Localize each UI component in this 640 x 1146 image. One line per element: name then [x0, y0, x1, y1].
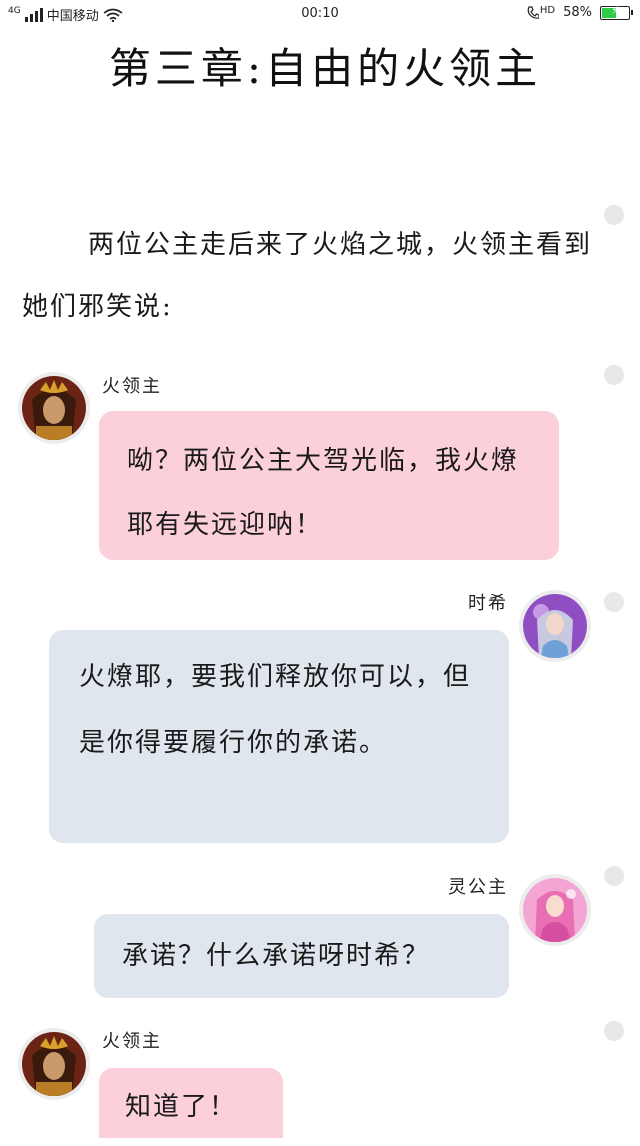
avatar-ling-gongzhu[interactable] — [519, 874, 591, 946]
side-dot[interactable] — [604, 866, 624, 886]
speaker-name: 火领主 — [102, 376, 162, 397]
message-bubble: 承诺？什么承诺呀时希？ — [94, 914, 509, 998]
status-right: HD 58% ⚡ — [527, 3, 633, 20]
avatar-image — [22, 1032, 86, 1096]
hd-label: HD — [539, 5, 556, 16]
message-text: 知道了！ — [125, 1092, 238, 1122]
battery-icon: ⚡ — [600, 3, 633, 20]
avatar-fire-lord[interactable] — [18, 372, 90, 444]
battery-percent: 58% — [563, 5, 592, 20]
avatar-image — [523, 878, 587, 942]
side-dot[interactable] — [604, 592, 624, 612]
status-bar: 4G 中国移动 00:10 HD 58% ⚡ — [0, 0, 640, 30]
avatar-fire-lord[interactable] — [18, 1028, 90, 1100]
avatar-image — [22, 376, 86, 440]
speaker-name: 火领主 — [102, 1031, 162, 1052]
message-bubble: 呦？两位公主大驾光临，我火燎耶有失远迎呐！ — [99, 411, 559, 560]
speaker-name: 灵公主 — [448, 877, 508, 898]
side-dot[interactable] — [604, 205, 624, 225]
chapter-title: 第三章:自由的火领主 — [108, 44, 542, 93]
narration-paragraph: 两位公主走后来了火焰之城，火领主看到她们邪笑说: — [22, 230, 593, 322]
phone-hd-icon: HD — [527, 5, 556, 20]
message-bubble: 知道了！ — [99, 1068, 283, 1138]
charging-bolt-icon: ⚡ — [611, 3, 619, 17]
avatar-image — [523, 594, 587, 658]
message-text: 承诺？什么承诺呀时希？ — [122, 941, 431, 971]
side-dot[interactable] — [604, 365, 624, 385]
message-text: 火燎耶，要我们释放你可以，但是你得要履行你的承诺。 — [79, 662, 472, 758]
avatar-shi-xi[interactable] — [519, 590, 591, 662]
speaker-name: 时希 — [468, 593, 508, 614]
side-dot[interactable] — [604, 1021, 624, 1041]
message-bubble: 火燎耶，要我们释放你可以，但是你得要履行你的承诺。 — [49, 630, 509, 843]
message-text: 呦？两位公主大驾光临，我火燎耶有失远迎呐！ — [127, 446, 520, 540]
